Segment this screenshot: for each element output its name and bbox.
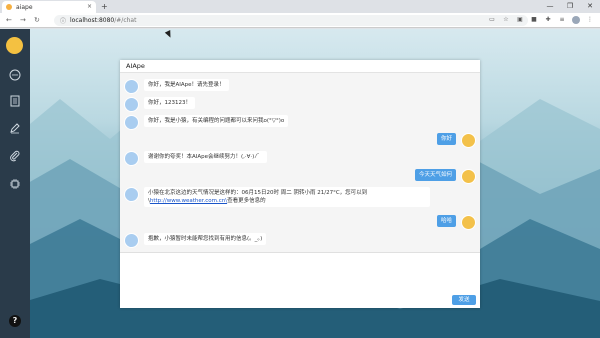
document-icon[interactable] xyxy=(9,95,21,107)
message-input-area: 发送 xyxy=(120,252,480,308)
weather-link[interactable]: http://www.weather.com.cn\ xyxy=(150,198,227,204)
link-suffix: 查看更多信息的 xyxy=(227,198,266,204)
user-message: 今天天气如何 xyxy=(414,169,476,184)
bot-avatar xyxy=(124,233,139,248)
bot-message-line: \http://www.weather.com.cn\查看更多信息的 xyxy=(148,197,426,205)
bot-message-text: 谢谢你的夸奖！本AIApe会继续努力！(,·∀·)ﾉ゛ xyxy=(144,151,267,163)
user-avatar xyxy=(461,133,476,148)
user-avatar xyxy=(461,215,476,230)
send-button[interactable]: 发送 xyxy=(452,295,476,305)
profile-avatar[interactable] xyxy=(572,16,580,24)
browser-tab[interactable]: aiape × xyxy=(2,1,96,13)
bot-avatar xyxy=(124,187,139,202)
extension-bar: ▭ ☆ ▣ ■ ✚ ≡ ⋮ xyxy=(488,16,594,24)
new-tab-button[interactable]: + xyxy=(101,1,108,12)
bot-message-text: 你好，123123！ xyxy=(144,97,195,109)
reading-list-icon[interactable]: ≡ xyxy=(558,16,566,24)
menu-icon[interactable]: ⋮ xyxy=(586,16,594,24)
chip-icon[interactable] xyxy=(9,178,21,190)
bot-avatar xyxy=(124,151,139,166)
bot-message-text: 你好，我是小猿，有关编程的问题都可以来问我o(°▽°)o xyxy=(144,115,289,127)
puzzle-icon[interactable]: ✚ xyxy=(544,16,552,24)
extension-icon-2[interactable]: ■ xyxy=(530,16,538,24)
user-message-text: 哈哈 xyxy=(436,215,456,227)
user-message: 你好 xyxy=(436,133,476,148)
window-controls: — ❐ ✕ xyxy=(540,0,600,13)
sidebar: ? xyxy=(0,29,30,338)
bot-message: 你好，我是小猿，有关编程的问题都可以来问我o(°▽°)o xyxy=(124,115,289,130)
bot-avatar xyxy=(124,97,139,112)
close-tab-icon[interactable]: × xyxy=(87,3,92,10)
bot-message: 你好，123123！ xyxy=(124,97,195,112)
chat-icon[interactable] xyxy=(9,69,21,81)
bot-message-text: 抱歉，小猿暂时未能帮您找到有用的信息(。_。) xyxy=(144,233,267,245)
user-avatar xyxy=(461,169,476,184)
edit-icon[interactable] xyxy=(9,122,21,134)
bot-avatar xyxy=(124,79,139,94)
tab-title: aiape xyxy=(16,3,33,11)
bot-avatar xyxy=(124,115,139,130)
message-input[interactable] xyxy=(124,256,476,294)
bookmark-star-icon[interactable]: ☆ xyxy=(502,16,510,24)
user-message-text: 今天天气如何 xyxy=(414,169,456,181)
browser-toolbar: ← → ↻ ⓘ localhost:8080 /#/chat ▭ ☆ ▣ ■ ✚… xyxy=(0,13,600,28)
bot-message: 谢谢你的夸奖！本AIApe会继续努力！(,·∀·)ﾉ゛ xyxy=(124,151,267,166)
user-message-text: 你好 xyxy=(436,133,456,145)
favicon-icon xyxy=(6,4,12,10)
address-bar[interactable]: ⓘ localhost:8080 /#/chat xyxy=(54,15,528,26)
clip-icon[interactable] xyxy=(9,150,21,162)
chat-window: AIApe 你好，我是AIApe！请先登录！ 你好，123123！ 你好，我是小… xyxy=(120,60,480,308)
minimize-button[interactable]: — xyxy=(540,0,560,13)
bot-message-weather: 小猿在北京这边的天气情况是这样的：06月15日20时 周二 阴转小雨 21/27… xyxy=(144,187,430,207)
user-message: 哈哈 xyxy=(436,215,476,230)
bot-message-line: 小猿在北京这边的天气情况是这样的：06月15日20时 周二 阴转小雨 21/27… xyxy=(148,190,368,196)
extension-icon[interactable]: ▣ xyxy=(516,16,524,24)
help-icon[interactable]: ? xyxy=(9,315,21,327)
forward-icon[interactable]: → xyxy=(20,15,26,26)
url-host: localhost:8080 xyxy=(70,17,115,24)
info-icon[interactable]: ⓘ xyxy=(60,16,66,25)
url-path: /#/chat xyxy=(114,17,137,24)
message-list[interactable]: 你好，我是AIApe！请先登录！ 你好，123123！ 你好，我是小猿，有关编程… xyxy=(120,73,480,251)
cast-icon[interactable]: ▭ xyxy=(488,16,496,24)
bot-message: 小猿在北京这边的天气情况是这样的：06月15日20时 周二 阴转小雨 21/27… xyxy=(124,187,430,207)
user-avatar[interactable] xyxy=(6,37,23,54)
back-icon[interactable]: ← xyxy=(6,15,12,26)
maximize-button[interactable]: ❐ xyxy=(560,0,580,13)
bot-message: 抱歉，小猿暂时未能帮您找到有用的信息(。_。) xyxy=(124,233,267,248)
bot-message-text: 你好，我是AIApe！请先登录！ xyxy=(144,79,229,91)
reload-icon[interactable]: ↻ xyxy=(34,15,40,26)
bot-message: 你好，我是AIApe！请先登录！ xyxy=(124,79,229,94)
browser-tabstrip: aiape × + — ❐ ✕ xyxy=(0,0,600,13)
chat-title: AIApe xyxy=(120,60,480,73)
close-window-button[interactable]: ✕ xyxy=(580,0,600,13)
